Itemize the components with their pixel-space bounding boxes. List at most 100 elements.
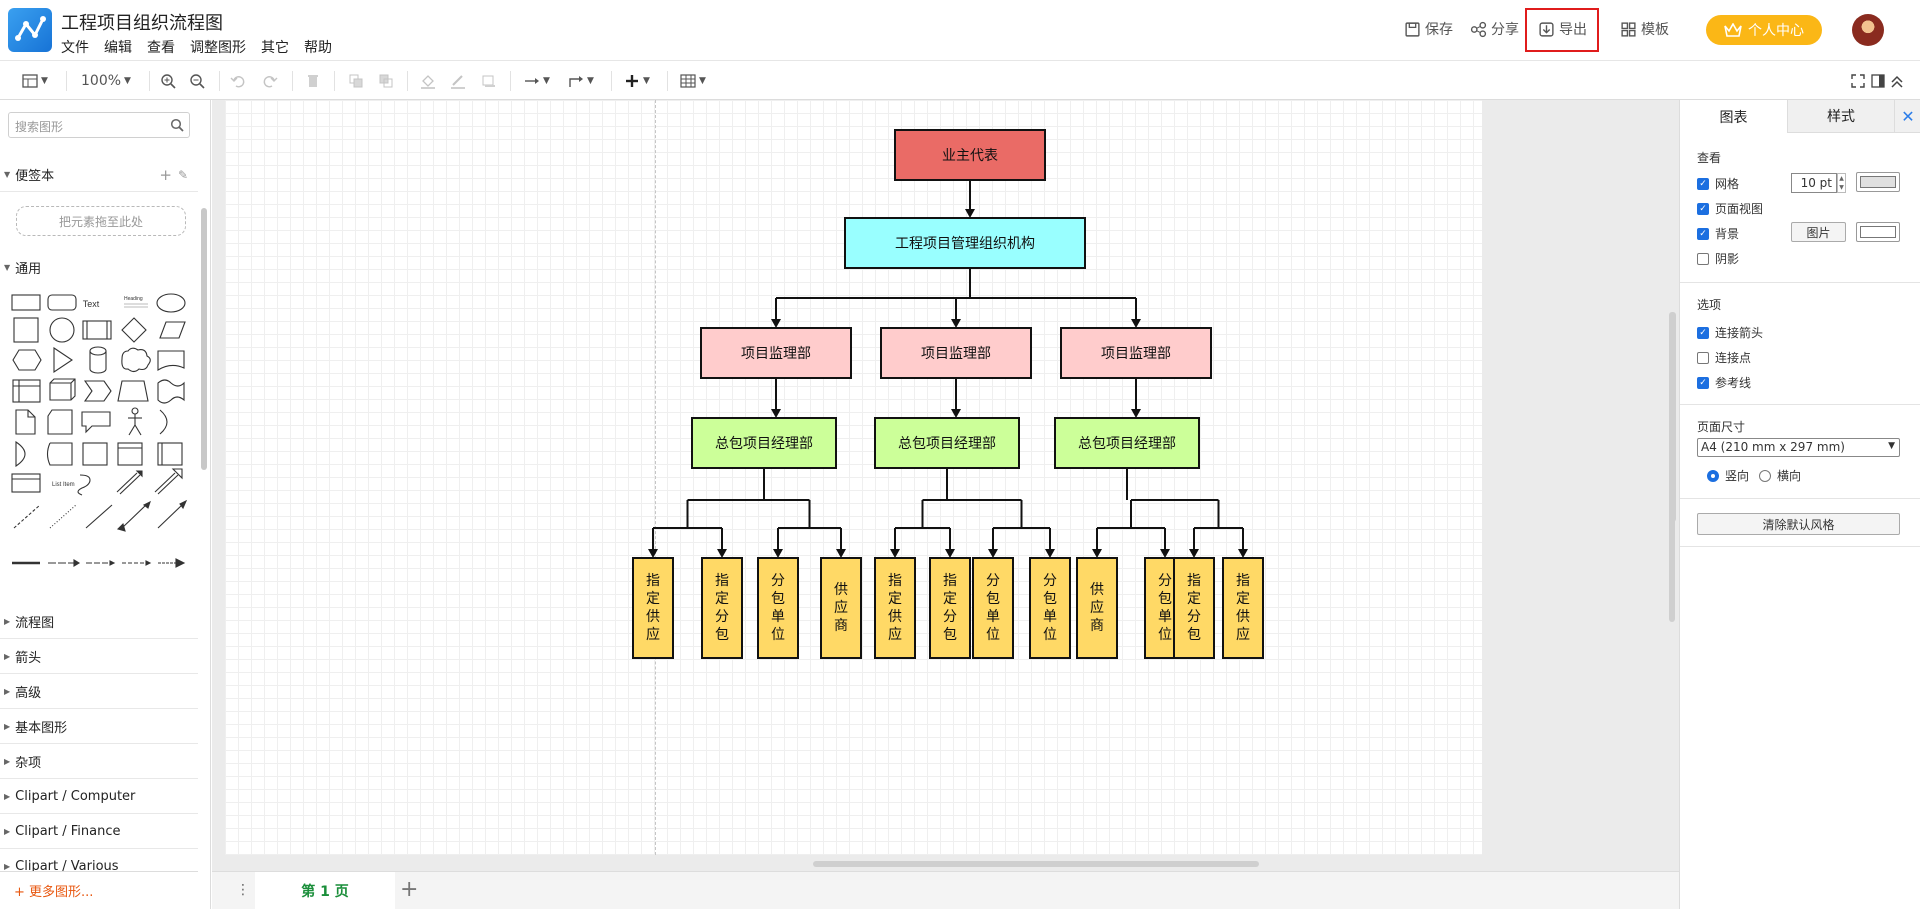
app-logo[interactable] — [8, 8, 52, 52]
guides-option[interactable]: ✓ 参考线 — [1697, 374, 1751, 391]
guides-checkbox[interactable]: ✓ — [1697, 376, 1709, 389]
square-shape[interactable] — [13, 317, 39, 343]
undo-button[interactable] — [230, 61, 246, 100]
dashed-line-shape[interactable] — [13, 504, 41, 529]
page-menu-icon[interactable]: ⋮ — [236, 882, 250, 898]
grid-color-swatch[interactable] — [1856, 172, 1900, 192]
zoom-in-button[interactable] — [160, 61, 176, 100]
diagram-canvas[interactable]: 业主代表 工程项目管理组织机构 项目监理部 项目监理部 项目监理部 总包项目经理部 总包项目… — [212, 100, 1679, 871]
tab-style[interactable]: 样式 — [1787, 100, 1894, 133]
org-chart[interactable]: 业主代表工程项目管理组织机构项目监理部 项目监理部 项目监理部总包项目经理部 总包项目… — [225, 100, 1482, 855]
insert-button[interactable]: ▼ — [624, 61, 650, 100]
general-shapes-palette[interactable]: Text Heading List Item — [10, 293, 190, 588]
landscape-option[interactable]: 横向 — [1759, 467, 1801, 484]
user-avatar[interactable] — [1852, 14, 1884, 46]
connection-arrows-checkbox[interactable]: ✓ — [1697, 326, 1709, 339]
triangle-shape[interactable] — [53, 346, 73, 374]
canvas-right-scrollbar[interactable] — [1670, 312, 1676, 522]
menu-view[interactable]: 查看 — [147, 37, 175, 57]
connection-points-option[interactable]: 连接点 — [1697, 349, 1751, 366]
shape-section-2[interactable]: ▶ 高级 — [0, 675, 198, 709]
delete-button[interactable] — [305, 61, 321, 100]
menu-help[interactable]: 帮助 — [304, 37, 332, 57]
shadow-option[interactable]: 阴影 — [1697, 250, 1739, 267]
grid-size-input[interactable]: 10 pt — [1791, 173, 1837, 193]
page-view-checkbox[interactable]: ✓ — [1697, 202, 1709, 215]
horizontal-scrollbar[interactable] — [813, 861, 1259, 867]
shadow-checkbox[interactable] — [1697, 252, 1709, 265]
card-shape[interactable] — [47, 409, 73, 435]
diamond-shape[interactable] — [121, 317, 147, 343]
layout-button[interactable]: ▼ — [22, 61, 48, 100]
shapes-scrollbar[interactable] — [201, 208, 207, 470]
background-checkbox[interactable]: ✓ — [1697, 227, 1709, 240]
swimlane-shape[interactable] — [117, 442, 143, 466]
note-shape[interactable] — [15, 409, 36, 435]
to-back-button[interactable] — [378, 61, 394, 100]
rectangle-shape[interactable] — [11, 294, 41, 311]
clear-default-style-button[interactable]: 清除默认风格 — [1697, 513, 1900, 535]
zoom-dropdown[interactable]: 100% ▼ — [81, 61, 131, 100]
personal-center-button[interactable]: 个人中心 — [1706, 15, 1822, 45]
shape-section-1[interactable]: ▶ 箭头 — [0, 640, 198, 674]
callout-shape[interactable] — [81, 411, 111, 434]
text-shape[interactable]: Text — [83, 299, 100, 309]
close-panel-icon[interactable]: ✕ — [1894, 100, 1920, 133]
background-option[interactable]: ✓ 背景 — [1697, 225, 1739, 242]
scratchpad-header[interactable]: ▼ 便签本 + ✎ — [0, 158, 198, 192]
background-color-swatch[interactable] — [1856, 222, 1900, 242]
cube-shape[interactable] — [49, 378, 76, 401]
trapezoid-shape[interactable] — [117, 380, 149, 402]
table-button[interactable]: ▼ — [680, 61, 706, 100]
shape-section-6[interactable]: ▶ Clipart / Finance — [0, 815, 198, 849]
fill-color-button[interactable] — [420, 61, 436, 100]
zoom-out-button[interactable] — [189, 61, 205, 100]
curve-shape[interactable] — [77, 474, 91, 496]
scratchpad-dropzone[interactable]: 把元素拖至此处 — [16, 206, 186, 236]
menu-extras[interactable]: 其它 — [261, 37, 289, 57]
list-item-shape[interactable]: List Item — [52, 482, 75, 488]
delay-shape[interactable] — [15, 440, 26, 468]
fullscreen-button[interactable] — [1850, 61, 1866, 100]
rounded-rect-shape[interactable] — [47, 294, 77, 311]
grid-size-stepper[interactable]: ▲ ▼ — [1837, 173, 1846, 193]
landscape-radio[interactable] — [1759, 469, 1771, 482]
general-header[interactable]: ▼ 通用 — [0, 250, 198, 284]
shape-section-5[interactable]: ▶ Clipart / Computer — [0, 780, 198, 814]
line-color-button[interactable] — [450, 61, 466, 100]
tape-shape[interactable] — [157, 379, 185, 404]
connection-points-checkbox[interactable] — [1697, 351, 1709, 364]
grid-checkbox[interactable]: ✓ — [1697, 177, 1709, 190]
shape-section-0[interactable]: ▶ 流程图 — [0, 605, 198, 639]
tab-diagram[interactable]: 图表 — [1680, 100, 1787, 133]
drawing-page[interactable]: 业主代表 工程项目管理组织机构 项目监理部 项目监理部 项目监理部 总包项目经理部 总包项目… — [225, 100, 1482, 855]
shape-section-3[interactable]: ▶ 基本图形 — [0, 710, 198, 744]
document-title[interactable]: 工程项目组织流程图 — [61, 9, 223, 35]
directional-line-shape[interactable] — [157, 504, 183, 529]
line-shape[interactable] — [85, 504, 113, 529]
cylinder-shape[interactable] — [89, 346, 107, 374]
page-tab-1[interactable]: 第 1 页 — [255, 872, 395, 910]
connection-style-button[interactable]: ▼ — [524, 61, 550, 100]
portrait-radio[interactable] — [1707, 469, 1719, 482]
add-page-button[interactable]: + — [400, 877, 418, 902]
connection-arrows-option[interactable]: ✓ 连接箭头 — [1697, 324, 1763, 341]
grid-option[interactable]: ✓ 网格 — [1697, 175, 1739, 192]
heading-shape[interactable]: Heading — [124, 296, 143, 302]
portrait-option[interactable]: 竖向 — [1707, 467, 1749, 484]
step-shape[interactable] — [83, 380, 112, 402]
background-image-button[interactable]: 图片 — [1791, 222, 1846, 242]
or-shape[interactable] — [159, 409, 168, 435]
template-button[interactable]: 模板 — [1620, 19, 1669, 39]
menu-edit[interactable]: 编辑 — [104, 37, 132, 57]
export-button[interactable]: 导出 — [1538, 19, 1587, 39]
document-shape[interactable] — [157, 350, 185, 371]
more-shapes-button[interactable]: + 更多图形... — [0, 871, 198, 909]
container-shape[interactable] — [12, 379, 41, 403]
parallelogram-shape[interactable] — [159, 321, 186, 339]
shape-search-input[interactable]: 搜索图形 — [8, 112, 190, 138]
shape-section-4[interactable]: ▶ 杂项 — [0, 745, 198, 779]
circle-shape[interactable] — [49, 317, 75, 343]
edit-icon[interactable]: ✎ — [178, 168, 188, 182]
menu-file[interactable]: 文件 — [61, 37, 89, 57]
